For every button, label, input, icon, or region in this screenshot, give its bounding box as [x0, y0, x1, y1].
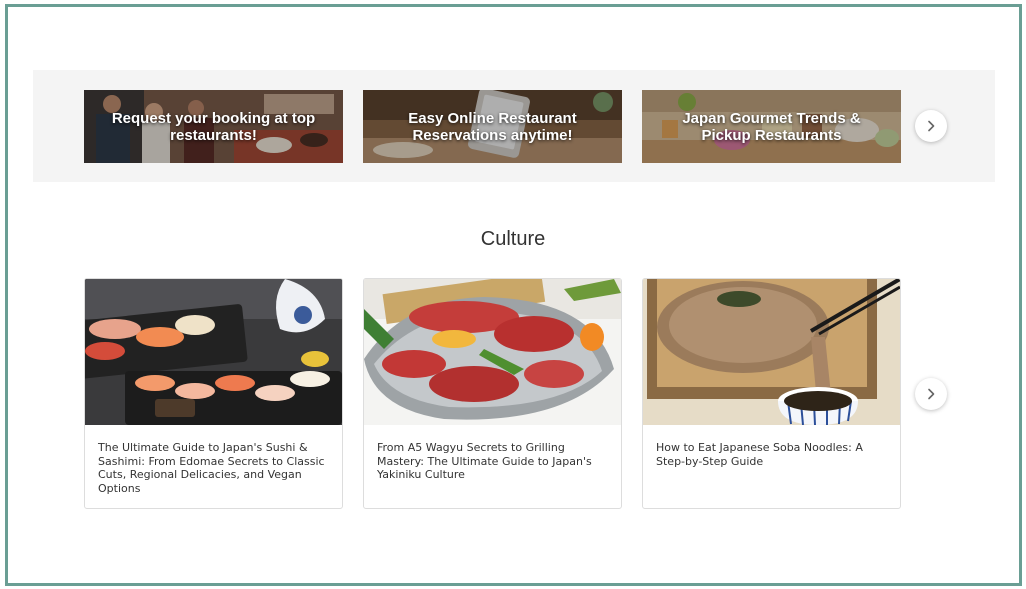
banner-booking-label: Request your booking at top restaurants! — [111, 109, 316, 144]
article-soba-title: How to Eat Japanese Soba Noodles: A Step… — [656, 441, 863, 468]
articles-next-button[interactable] — [915, 378, 947, 410]
banner-carousel: Request your booking at top restaurants!… — [33, 70, 995, 182]
banner-booking[interactable]: Request your booking at top restaurants! — [84, 90, 343, 163]
article-sushi-title: The Ultimate Guide to Japan's Sushi & Sa… — [98, 441, 325, 495]
article-yakiniku-title: From A5 Wagyu Secrets to Grilling Master… — [377, 441, 592, 481]
banner-next-button[interactable] — [915, 110, 947, 142]
article-card-soba[interactable]: How to Eat Japanese Soba Noodles: A Step… — [642, 278, 901, 509]
banner-reservations-label: Easy Online Restaurant Reservations anyt… — [408, 109, 577, 144]
chevron-right-icon — [928, 388, 935, 400]
article-sushi-image — [85, 279, 342, 425]
section-title: Culture — [480, 228, 546, 250]
article-soba-image — [643, 279, 900, 425]
article-card-yakiniku[interactable]: From A5 Wagyu Secrets to Grilling Master… — [363, 278, 622, 509]
article-card-sushi[interactable]: The Ultimate Guide to Japan's Sushi & Sa… — [84, 278, 343, 509]
chevron-right-icon — [928, 120, 935, 132]
article-yakiniku-image — [364, 279, 621, 425]
banner-trends-label: Japan Gourmet Trends & Pickup Restaurant… — [682, 109, 861, 144]
banner-trends[interactable]: Japan Gourmet Trends & Pickup Restaurant… — [642, 90, 901, 163]
banner-reservations[interactable]: Easy Online Restaurant Reservations anyt… — [363, 90, 622, 163]
